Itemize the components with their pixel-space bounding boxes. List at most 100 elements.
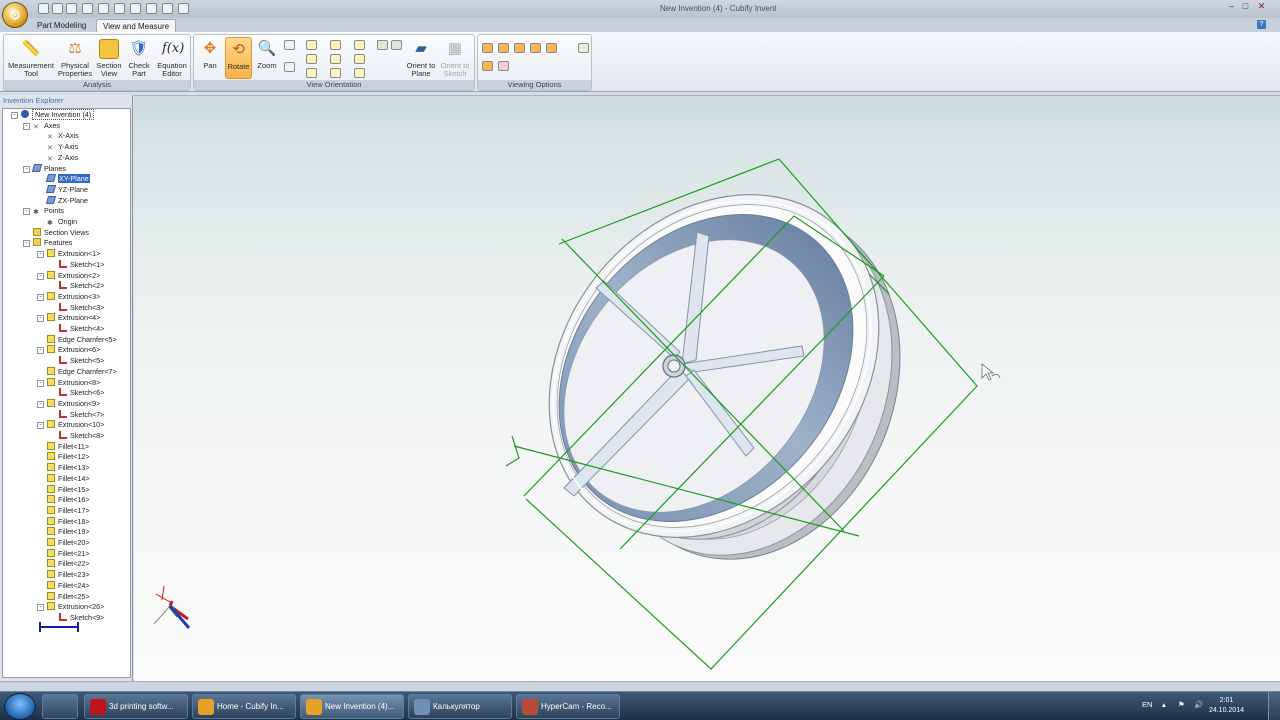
tree-node[interactable]: - Extrusion<3> [37, 291, 100, 302]
tree-node[interactable]: XY-Plane [37, 174, 90, 184]
tree-node[interactable]: Fillet<22> [37, 559, 90, 569]
display-mode-icon[interactable] [578, 43, 589, 53]
tree-expander-icon[interactable]: - [23, 240, 30, 248]
qat-view-icon[interactable] [130, 3, 141, 14]
view-bottom-icon[interactable] [330, 54, 341, 64]
tree-node[interactable]: ✕ X-Axis [37, 131, 79, 141]
tree-node[interactable]: Sketch<8> [49, 431, 104, 441]
tree-expander-icon[interactable]: - [37, 272, 44, 280]
orient-to-plane-button[interactable]: ▰ Orient to Plane [406, 39, 436, 78]
display-mode-icon[interactable] [498, 43, 509, 53]
tree-node[interactable]: Section Views [23, 227, 89, 238]
tree-node[interactable]: Sketch<5> [49, 356, 104, 366]
check-part-button[interactable]: 🛡 Check Part [125, 39, 153, 78]
tree-expander-icon[interactable]: - [37, 400, 44, 408]
tree-node[interactable]: - Extrusion<4> [37, 313, 100, 323]
tree-expander-icon[interactable]: - [37, 315, 44, 323]
tree-node[interactable]: - Extrusion<8> [37, 377, 100, 388]
tree-node[interactable]: Fillet<15> [37, 484, 90, 495]
tree-expander-icon[interactable]: - [11, 112, 18, 119]
qat-view-icon[interactable] [178, 3, 189, 14]
tree-node[interactable]: Fillet<11> [37, 441, 89, 452]
tree-node[interactable]: Sketch<3> [49, 302, 104, 313]
tray-expand-icon[interactable]: ▴ [1162, 700, 1166, 709]
tree-node[interactable]: - Planes [23, 163, 66, 174]
tree-expander-icon[interactable]: - [37, 422, 44, 430]
tree-node[interactable]: Fillet<18> [37, 516, 90, 527]
view-top-icon[interactable] [306, 54, 317, 64]
rotate-button[interactable]: ⟲ Rotate [225, 37, 252, 79]
start-button[interactable] [4, 693, 36, 720]
qat-view-icon[interactable] [146, 3, 157, 14]
tree-expander-icon[interactable]: - [37, 379, 44, 387]
display-mode-icon[interactable] [514, 43, 525, 53]
tree-node[interactable]: - Extrusion<9> [37, 398, 100, 409]
tree-node[interactable]: Sketch<7> [49, 409, 104, 420]
tree-node[interactable]: Fillet<13> [37, 463, 90, 473]
tree-expander-icon[interactable]: - [23, 208, 30, 216]
tree-node[interactable]: ✕ Y-Axis [37, 142, 78, 152]
display-mode-icon[interactable] [482, 43, 493, 53]
tree-node[interactable]: - Extrusion<6> [37, 345, 100, 355]
tree-node[interactable]: Fillet<20> [37, 538, 90, 548]
view-custom-icon[interactable] [377, 40, 388, 50]
qat-view-icon[interactable] [162, 3, 173, 14]
tree-node[interactable]: Fillet<19> [37, 527, 90, 537]
physical-properties-button[interactable]: ⚖ Physical Properties [56, 39, 94, 78]
tree-expander-icon[interactable]: - [37, 251, 44, 259]
close-icon[interactable]: ✕ [1256, 1, 1267, 12]
equation-editor-button[interactable]: f(x) Equation Editor [154, 39, 190, 78]
application-menu-button[interactable]: ⚙ [2, 2, 28, 28]
tab-view-and-measure[interactable]: View and Measure [96, 19, 177, 32]
shading-icon[interactable] [482, 61, 493, 71]
task-opera[interactable]: 3d printing softw... [84, 694, 188, 719]
tree-node[interactable]: - Extrusion<1> [37, 249, 100, 259]
tree-node[interactable]: - Extrusion<10> [37, 420, 104, 430]
qat-save-icon[interactable] [66, 3, 77, 14]
tree-node[interactable]: Sketch<6> [49, 388, 104, 398]
task-calculator[interactable]: Калькулятор [408, 694, 512, 719]
zoom-window-icon[interactable] [284, 40, 295, 50]
zoom-fit-icon[interactable] [284, 62, 295, 72]
tree-node[interactable]: Fillet<16> [37, 495, 90, 505]
qat-view-icon[interactable] [114, 3, 125, 14]
tree-node[interactable]: Fillet<14> [37, 473, 90, 484]
minimize-icon[interactable]: – [1226, 1, 1237, 12]
tree-node[interactable]: Fillet<24> [37, 580, 90, 591]
view-left-icon[interactable] [330, 68, 341, 78]
view-iso2-icon[interactable] [354, 54, 365, 64]
tree-node[interactable]: - ✕ Axes [23, 121, 60, 131]
section-view-button[interactable]: Section View [94, 39, 124, 78]
task-hypercam[interactable]: HyperCam - Reco... [516, 694, 620, 719]
tree-node[interactable]: Sketch<4> [49, 324, 104, 334]
tree-node[interactable]: Fillet<25> [37, 591, 90, 602]
tree-node[interactable]: Fillet<12> [37, 452, 90, 462]
view-front-icon[interactable] [306, 40, 317, 50]
task-new-invention[interactable]: New Invention (4)... [300, 694, 404, 719]
tree-node[interactable]: YZ-Plane [37, 184, 88, 195]
explorer-pinned-icon[interactable] [42, 694, 78, 719]
tree-node[interactable]: Edge Chamfer<5> [37, 334, 117, 345]
tree-node[interactable]: - New Invention (4) [11, 109, 95, 120]
sketch-visibility-icon[interactable] [498, 61, 509, 71]
show-desktop-button[interactable] [1268, 692, 1280, 720]
tab-part-modeling[interactable]: Part Modeling [31, 19, 92, 32]
tree-node[interactable]: Sketch<2> [49, 281, 104, 291]
volume-icon[interactable]: 🔊 [1194, 700, 1203, 709]
qat-redo-icon[interactable] [98, 3, 109, 14]
tree-node[interactable]: - Extrusion<2> [37, 270, 100, 281]
view-back-icon[interactable] [330, 40, 341, 50]
tree-expander-icon[interactable]: - [23, 165, 30, 173]
display-mode-icon[interactable] [530, 43, 541, 53]
qat-undo-icon[interactable] [82, 3, 93, 14]
tree-node[interactable]: Fillet<23> [37, 570, 90, 580]
tree-node[interactable]: - Features [23, 238, 72, 248]
action-center-icon[interactable]: ⚑ [1178, 700, 1185, 709]
tree-expander-icon[interactable]: - [37, 347, 44, 355]
measurement-tool-button[interactable]: 📏 Measurement Tool [6, 39, 56, 78]
pan-button[interactable]: ✥ Pan [197, 39, 223, 81]
tree-node[interactable]: Fillet<21> [37, 548, 90, 559]
tree-node[interactable]: - ✱ Points [23, 206, 64, 216]
display-mode-icon[interactable] [546, 43, 557, 53]
zoom-button[interactable]: 🔍 Zoom [254, 39, 280, 70]
